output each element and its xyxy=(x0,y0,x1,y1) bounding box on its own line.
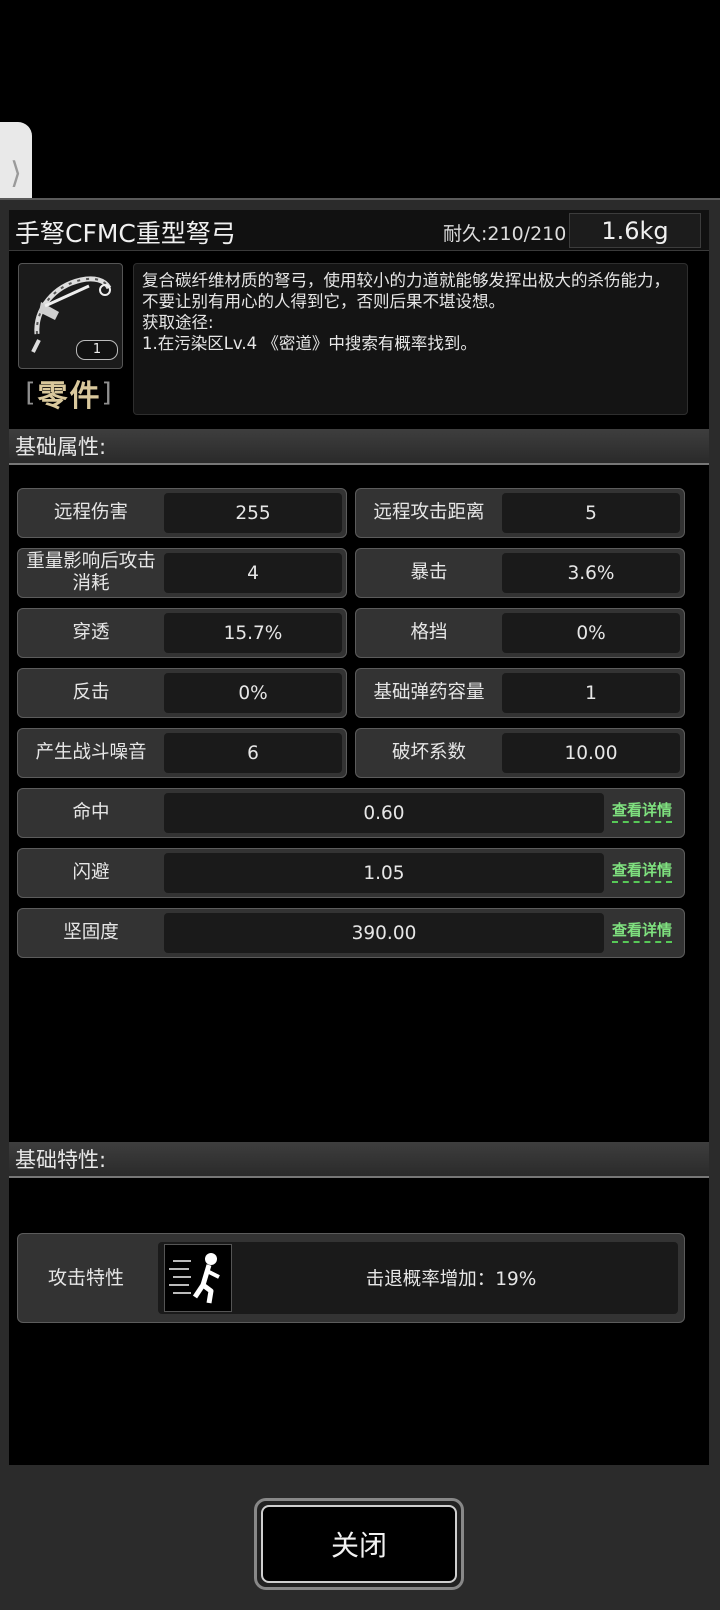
item-icon-box[interactable]: 1 xyxy=(18,263,123,369)
item-count-badge: 1 xyxy=(76,340,118,360)
stat-cell: 远程伤害 255 xyxy=(17,488,347,538)
stat-cell: 产生战斗噪音 6 xyxy=(17,728,347,778)
stat-label: 基础弹药容量 xyxy=(373,682,485,703)
trait-value: 击退概率增加：19% xyxy=(158,1242,678,1314)
item-durability: 耐久:210/210 xyxy=(443,223,567,245)
stat-value: 0% xyxy=(164,673,342,713)
stat-label: 反击 xyxy=(72,682,110,703)
view-details-link[interactable]: 查看详情 xyxy=(611,919,672,943)
view-details-link[interactable]: 查看详情 xyxy=(611,799,672,823)
item-description: 复合碳纤维材质的弩弓，使用较小的力道就能够发挥出极大的杀伤能力，不要让别有用心的… xyxy=(142,271,670,311)
item-weight: 1.6kg xyxy=(569,213,701,248)
item-name: 手弩CFMC重型弩弓 xyxy=(15,219,236,248)
stat-value: 1.05 xyxy=(164,853,604,893)
knockback-icon[interactable] xyxy=(164,1244,232,1312)
stat-cell: 破坏系数 10.00 xyxy=(355,728,685,778)
item-detail-panel: 手弩CFMC重型弩弓 耐久:210/210 1.6kg 1 [ 零件 ] 复合碳… xyxy=(0,198,720,1475)
stat-cell: 重量影响后攻击消耗 4 xyxy=(17,548,347,598)
category-label: 零件 xyxy=(37,379,102,414)
stat-row-wide: 坚固度 390.00 查看详情 xyxy=(17,908,685,958)
obtain-text: 1.在污染区Lv.4 《密道》中搜索有概率找到。 xyxy=(142,334,477,353)
obtain-label: 获取途径: xyxy=(142,313,214,332)
stat-label: 暴击 xyxy=(410,562,448,583)
view-details-link[interactable]: 查看详情 xyxy=(611,859,672,883)
stat-value: 255 xyxy=(164,493,342,533)
close-button[interactable]: 关闭 xyxy=(254,1498,464,1590)
stat-value: 5 xyxy=(502,493,680,533)
category-bracket-left: [ xyxy=(25,378,38,408)
stat-cell: 格挡 0% xyxy=(355,608,685,658)
stat-label: 命中 xyxy=(72,802,110,823)
stat-cell: 反击 0% xyxy=(17,668,347,718)
category-bracket-right: ] xyxy=(101,378,114,408)
section-basic-traits: 基础特性: xyxy=(9,1142,709,1178)
stat-cell: 基础弹药容量 1 xyxy=(355,668,685,718)
stat-label: 产生战斗噪音 xyxy=(35,742,147,763)
stat-value: 1 xyxy=(502,673,680,713)
stat-label: 远程伤害 xyxy=(53,502,128,523)
stat-label: 坚固度 xyxy=(63,922,119,943)
stat-label: 格挡 xyxy=(410,622,448,643)
stat-value: 15.7% xyxy=(164,613,342,653)
stat-value: 3.6% xyxy=(502,553,680,593)
stat-value: 4 xyxy=(164,553,342,593)
stat-label: 穿透 xyxy=(72,622,110,643)
stat-value: 6 xyxy=(164,733,342,773)
stat-label: 破坏系数 xyxy=(391,742,466,763)
stat-value: 10.00 xyxy=(502,733,680,773)
stat-cell: 暴击 3.6% xyxy=(355,548,685,598)
item-category: [ 零件 ] xyxy=(18,373,121,414)
stat-cell: 远程攻击距离 5 xyxy=(355,488,685,538)
stat-row-wide: 闪避 1.05 查看详情 xyxy=(17,848,685,898)
section-basic-attributes: 基础属性: xyxy=(9,429,709,465)
close-button-label: 关闭 xyxy=(261,1505,457,1583)
bottom-bar: 关闭 xyxy=(0,1473,720,1610)
item-description-box: 复合碳纤维材质的弩弓，使用较小的力道就能够发挥出极大的杀伤能力，不要让别有用心的… xyxy=(133,263,688,415)
trait-label: 攻击特性 xyxy=(48,1267,125,1289)
item-title-bar: 手弩CFMC重型弩弓 耐久:210/210 1.6kg xyxy=(9,210,709,251)
chevron-right-icon: ⟩ xyxy=(10,155,22,191)
stat-label: 远程攻击距离 xyxy=(373,502,485,523)
stat-label: 重量影响后攻击消耗 xyxy=(26,551,156,594)
trait-row: 攻击特性 击退概率增加：19% xyxy=(17,1233,685,1323)
trait-text: 击退概率增加：19% xyxy=(365,1269,537,1290)
item-detail-content: 手弩CFMC重型弩弓 耐久:210/210 1.6kg 1 [ 零件 ] 复合碳… xyxy=(9,210,709,1465)
stat-value: 0.60 xyxy=(164,793,604,833)
stat-cell: 穿透 15.7% xyxy=(17,608,347,658)
stat-label: 闪避 xyxy=(72,862,110,883)
stat-row-wide: 命中 0.60 查看详情 xyxy=(17,788,685,838)
stat-value: 390.00 xyxy=(164,913,604,953)
stat-value: 0% xyxy=(502,613,680,653)
